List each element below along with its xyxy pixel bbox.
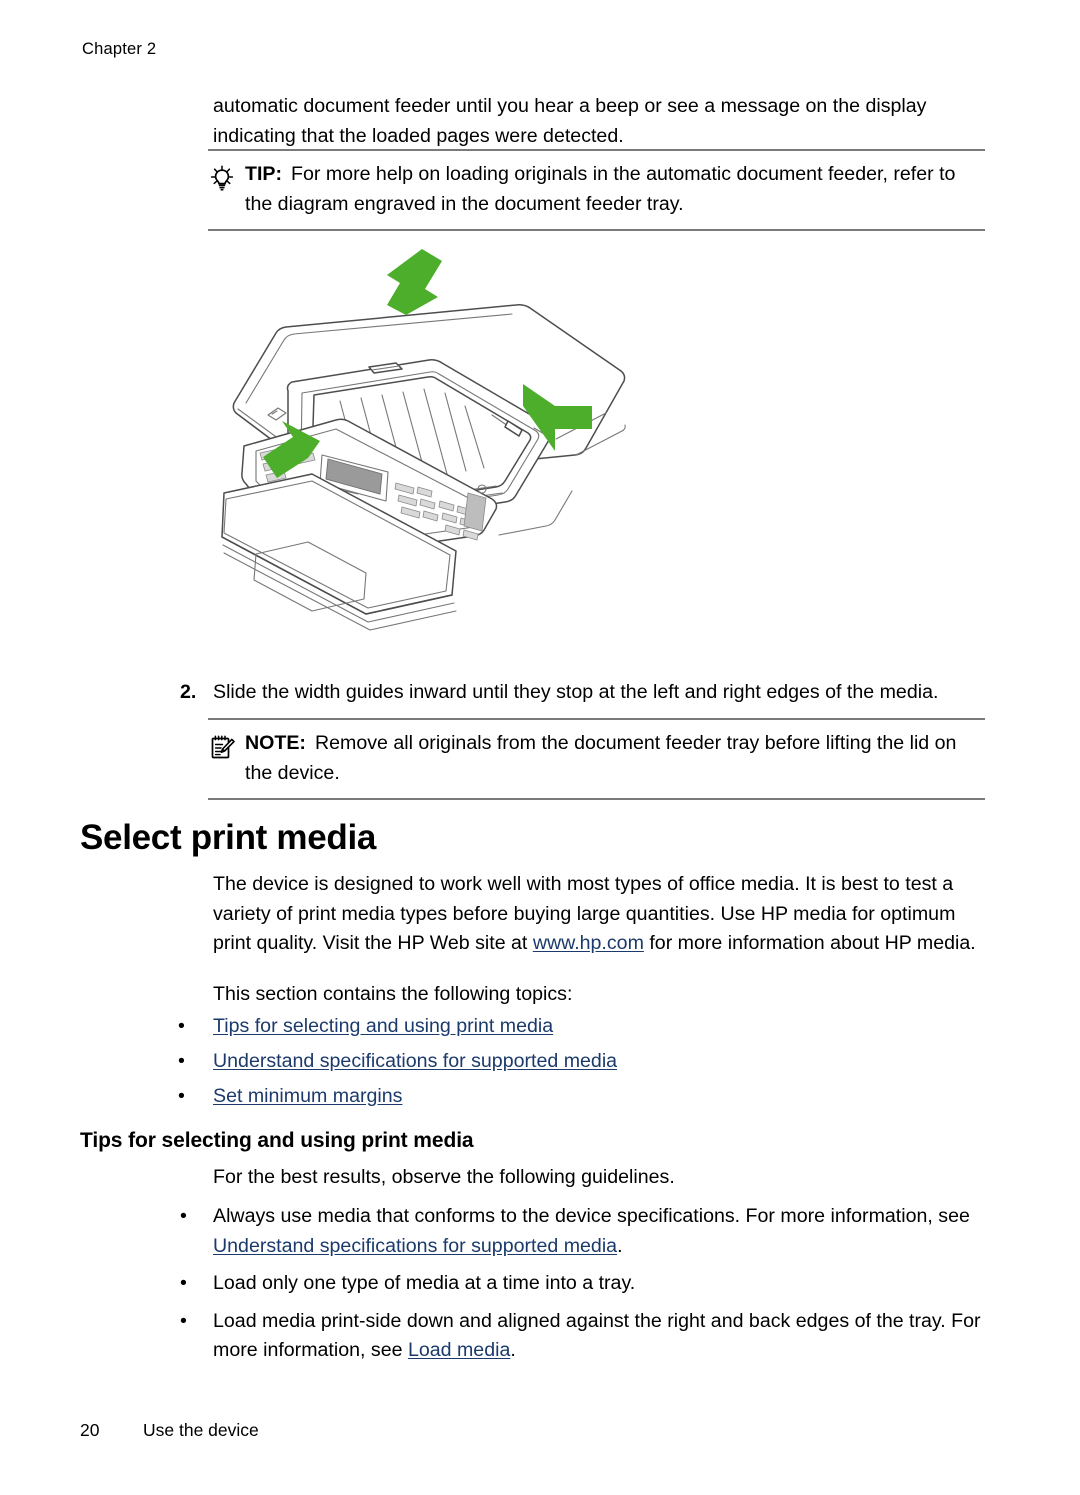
topics-list: • Tips for selecting and using print med…: [178, 1012, 988, 1117]
list-item: • Tips for selecting and using print med…: [178, 1012, 988, 1042]
footer-page-number: 20: [80, 1420, 100, 1440]
tips-lead-block: For the best results, observe the follow…: [213, 1163, 985, 1193]
note-text-wrap: NOTE: Remove all originals from the docum…: [245, 729, 985, 788]
note-bottom-rule: [208, 798, 985, 800]
bullet-glyph: •: [180, 1309, 187, 1332]
guideline-text-plain: Load only one type of media at a time in…: [213, 1272, 636, 1294]
hp-website-link[interactable]: www.hp.com: [533, 932, 644, 954]
topic-link-margins[interactable]: Set minimum margins: [213, 1085, 402, 1107]
numbered-step-2: 2. Slide the width guides inward until t…: [180, 678, 985, 708]
tip-bottom-rule: [208, 229, 985, 231]
guideline-text-after-link: .: [617, 1234, 623, 1257]
list-item-text: Load media print-side down and aligned a…: [213, 1307, 990, 1366]
list-item: • Always use media that conforms to the …: [180, 1202, 990, 1261]
topic-link-tips[interactable]: Tips for selecting and using print media: [213, 1015, 553, 1037]
bullet-glyph: •: [178, 1050, 185, 1072]
guideline-link-load-media[interactable]: Load media: [408, 1339, 510, 1361]
document-page: Chapter 2 automatic document feeder unti…: [0, 0, 1080, 1495]
bullet-glyph: •: [180, 1205, 187, 1227]
tip-label: TIP:: [245, 163, 283, 185]
arrow-down-icon: [387, 249, 442, 315]
note-admonition: NOTE: Remove all originals from the docum…: [208, 718, 985, 800]
list-item: • Load media print-side down and aligned…: [180, 1307, 990, 1366]
lightbulb-icon: [208, 164, 236, 192]
list-item-text: Understand specifications for supported …: [213, 1047, 988, 1077]
tip-text-wrap: TIP: For more help on loading originals i…: [245, 160, 985, 219]
list-item-text: Always use media that conforms to the de…: [213, 1202, 990, 1261]
topics-lead: This section contains the following topi…: [213, 983, 573, 1005]
bullet-glyph: •: [180, 1272, 187, 1294]
list-item: • Understand specifications for supporte…: [178, 1047, 988, 1077]
list-item-text: Load only one type of media at a time in…: [213, 1269, 990, 1299]
footer-section-title: Use the device: [143, 1420, 259, 1440]
intro-paragraph-block: automatic document feeder until you hear…: [213, 92, 985, 151]
bullet-glyph: •: [178, 1085, 185, 1107]
guidelines-list: • Always use media that conforms to the …: [180, 1202, 990, 1374]
chapter-header: Chapter 2: [82, 40, 157, 58]
list-item-text: Tips for selecting and using print media: [213, 1012, 988, 1042]
note-text: Remove all originals from the document f…: [245, 732, 957, 784]
step-text: Slide the width guides inward until they…: [213, 681, 939, 703]
tip-admonition: TIP: For more help on loading originals i…: [208, 149, 985, 231]
step-number: 2.: [180, 681, 197, 703]
list-item: • Set minimum margins: [178, 1082, 988, 1112]
topics-lead-block: This section contains the following topi…: [213, 980, 985, 1010]
list-item: • Load only one type of media at a time …: [180, 1269, 990, 1299]
tips-lead: For the best results, observe the follow…: [213, 1166, 675, 1188]
guideline-link-specifications[interactable]: Understand specifications for supported …: [213, 1235, 617, 1257]
select-media-intro: The device is designed to work well with…: [213, 870, 985, 959]
guideline-text-after-link: .: [510, 1339, 516, 1361]
tip-body: TIP: For more help on loading originals i…: [208, 151, 985, 229]
guideline-text-before-link: Load media print-side down and aligned a…: [213, 1309, 981, 1362]
page-title: Select print media: [80, 818, 377, 857]
intro-text-after-link: for more information about HP media.: [643, 932, 976, 954]
guideline-text-before-link: Always use media that conforms to the de…: [213, 1205, 970, 1227]
intro-paragraph: automatic document feeder until you hear…: [213, 95, 927, 147]
notepad-pencil-icon: [208, 733, 236, 761]
note-body: NOTE: Remove all originals from the docum…: [208, 720, 985, 798]
section-heading-tips: Tips for selecting and using print media: [80, 1129, 474, 1152]
bullet-glyph: •: [178, 1015, 185, 1037]
topic-link-specifications[interactable]: Understand specifications for supported …: [213, 1050, 617, 1072]
tip-text: For more help on loading originals in th…: [245, 163, 956, 215]
list-item-text: Set minimum margins: [213, 1082, 988, 1112]
printer-illustration: .ln { fill:none; stroke:#4d4d4d; stroke-…: [216, 243, 636, 643]
select-media-intro-block: The device is designed to work well with…: [213, 870, 985, 959]
note-label: NOTE:: [245, 732, 306, 754]
